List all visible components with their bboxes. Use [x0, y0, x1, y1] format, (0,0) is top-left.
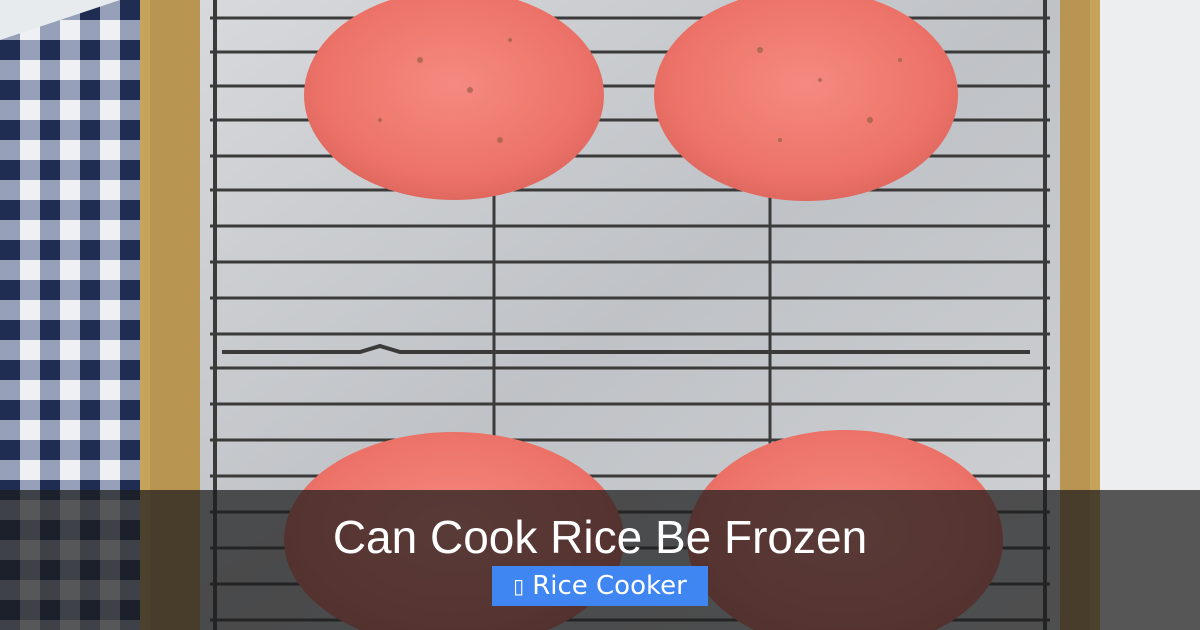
category-label: Rice Cooker — [532, 571, 687, 601]
category-badge[interactable]: ▯ Rice Cooker — [492, 566, 708, 606]
headline: Can Cook Rice Be Frozen — [332, 511, 868, 563]
tag-icon: ▯ — [513, 574, 525, 598]
